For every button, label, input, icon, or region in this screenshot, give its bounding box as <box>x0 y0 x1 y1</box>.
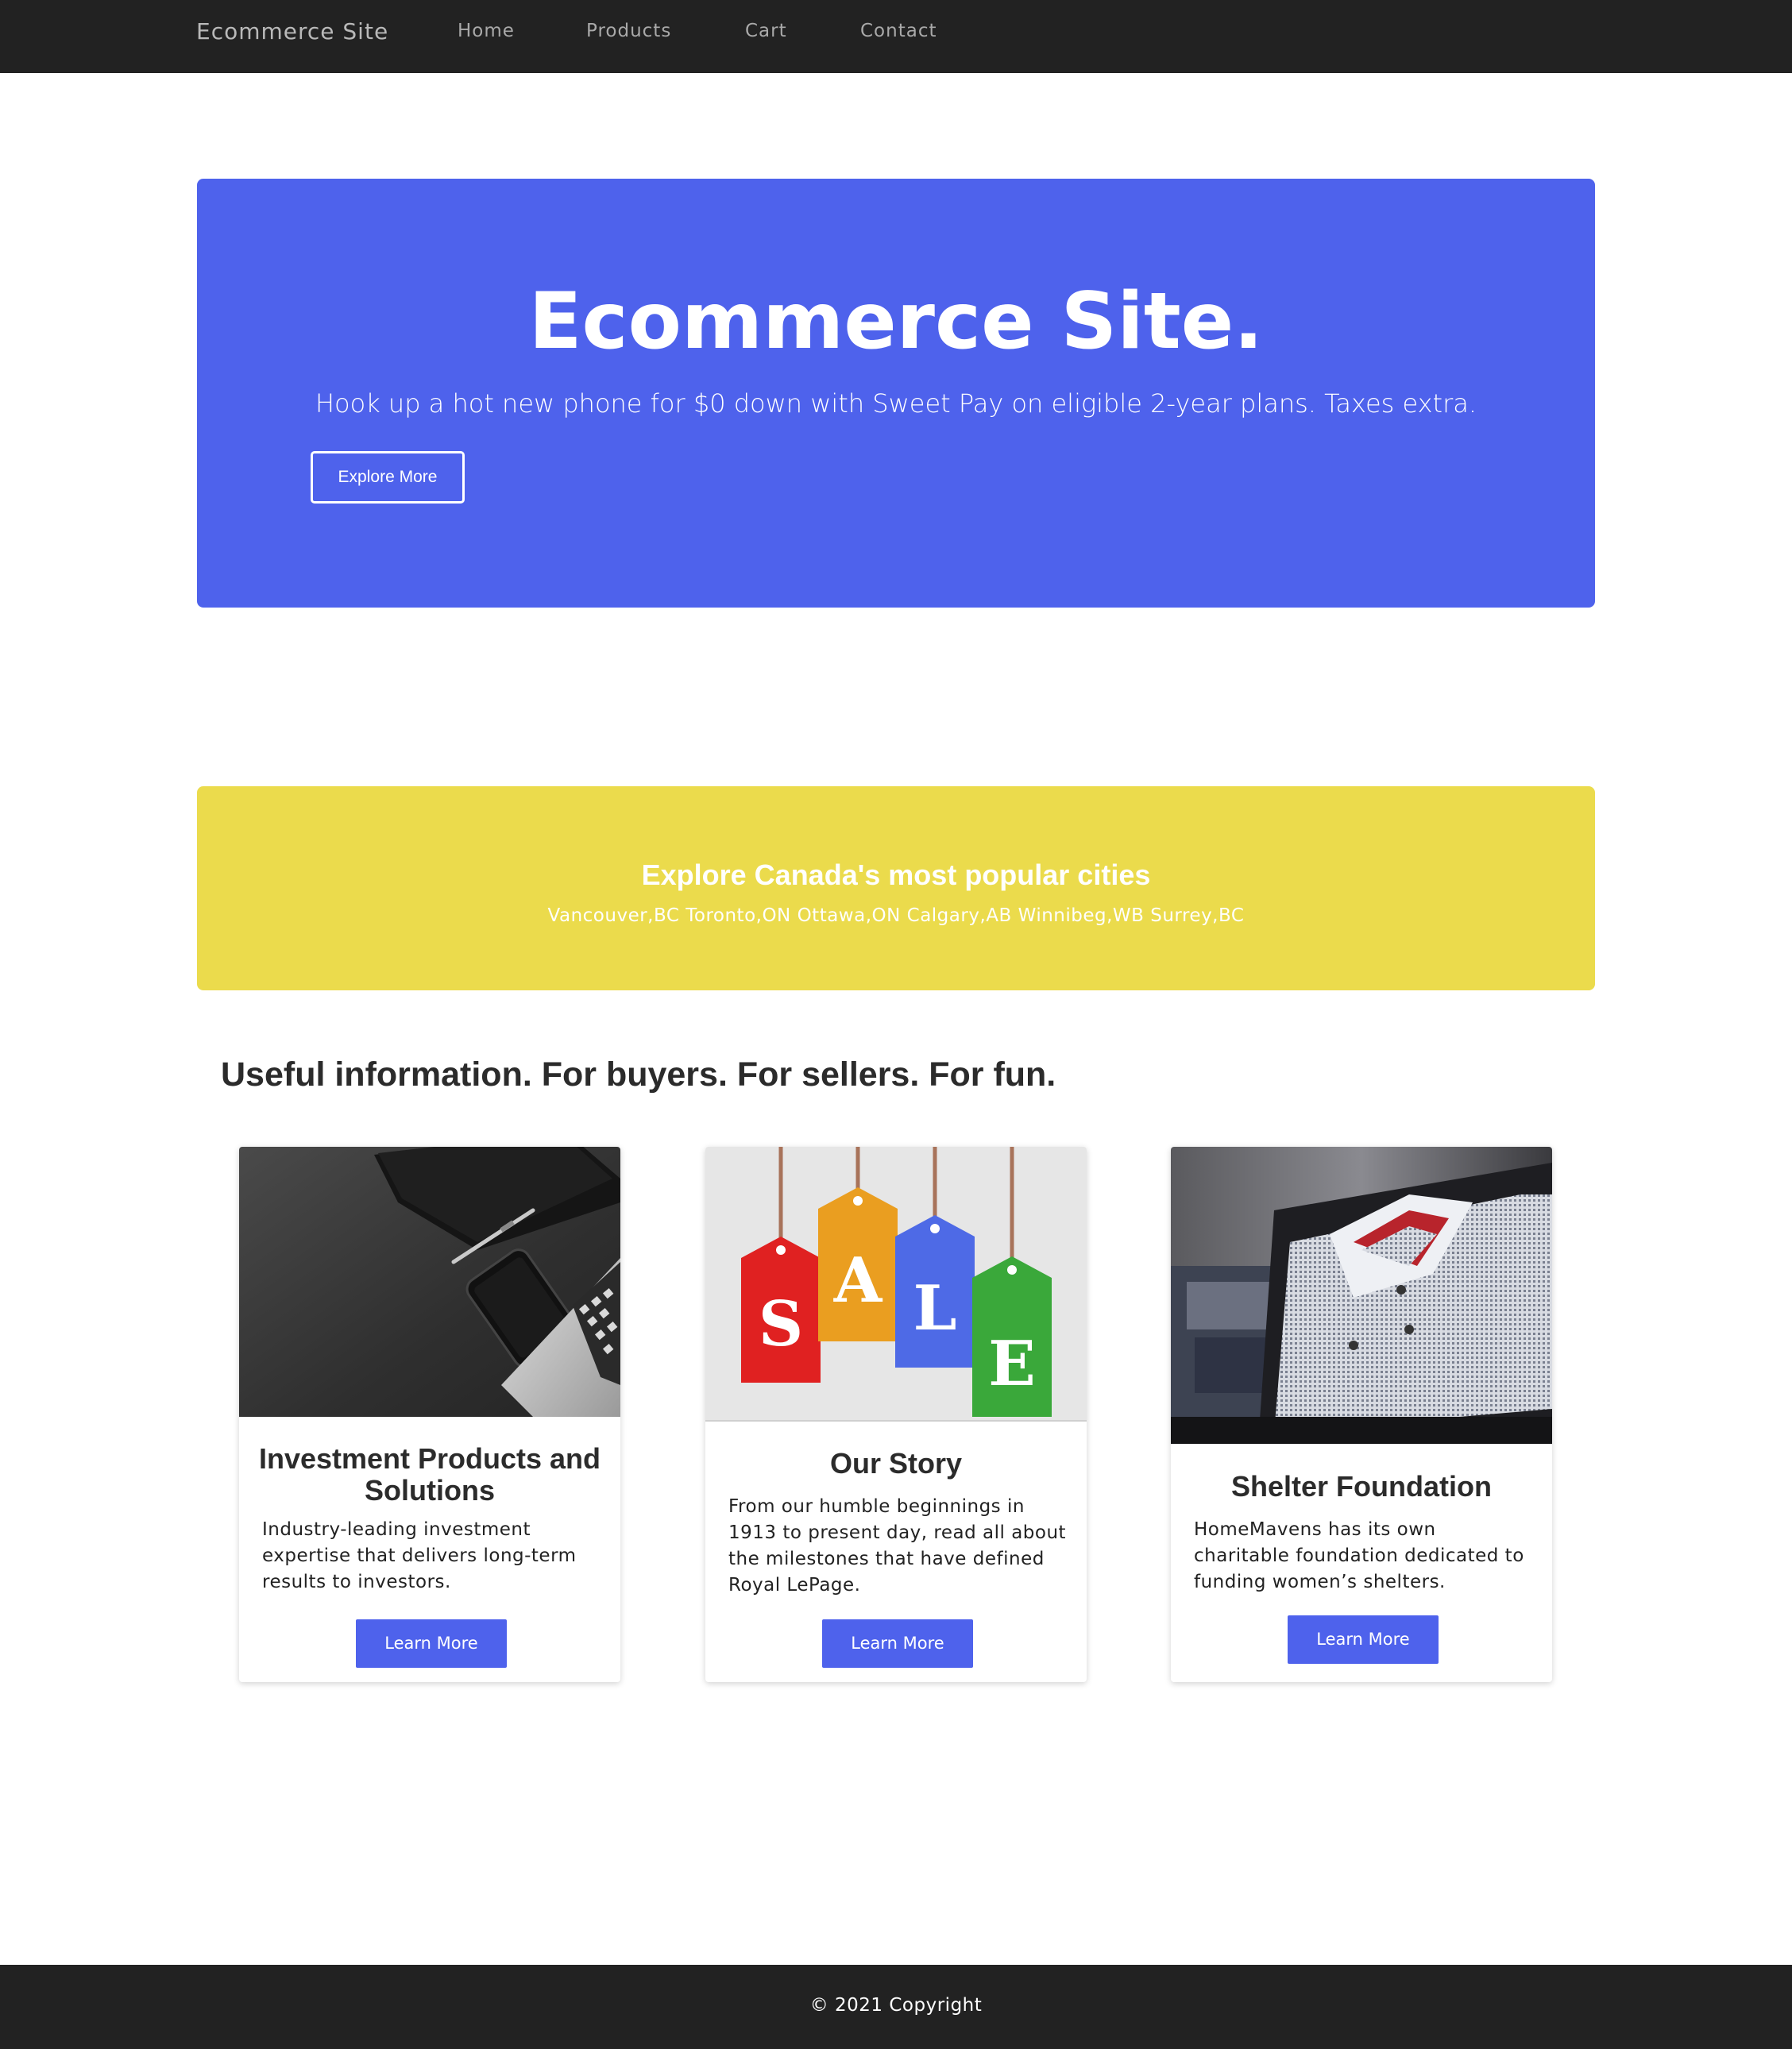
learn-more-button[interactable]: Learn More <box>356 1619 507 1668</box>
hero-title: Ecommerce Site. <box>528 276 1264 367</box>
copyright-text: © 2021 Copyright <box>809 1995 983 2016</box>
card-text: Industry-leading investment expertise th… <box>262 1519 577 1592</box>
top-navbar: Ecommerce Site Home Products Cart Contac… <box>0 0 1792 73</box>
brand-link[interactable]: Ecommerce Site <box>196 16 388 48</box>
card-text: HomeMavens has its own charitable founda… <box>1194 1519 1524 1592</box>
card-investment: Investment Products and Solutions Indust… <box>239 1147 620 1682</box>
card-shelter-foundation: Shelter Foundation HomeMavens has its ow… <box>1171 1147 1552 1682</box>
learn-more-button[interactable]: Learn More <box>822 1619 973 1668</box>
nav-link-products[interactable]: Products <box>586 19 671 43</box>
section-heading: Useful information. For buyers. For sell… <box>221 1055 1056 1094</box>
cities-banner: Explore Canada's most popular cities Van… <box>197 786 1595 990</box>
sale-letter-e: E <box>988 1328 1035 1400</box>
sale-letter-s: S <box>759 1288 803 1360</box>
sale-tags-image: S A L E <box>705 1147 1087 1422</box>
nav-link-contact[interactable]: Contact <box>860 19 937 43</box>
nav-link-cart[interactable]: Cart <box>745 19 787 43</box>
nav-link-home[interactable]: Home <box>458 19 515 43</box>
folded-shirts-image <box>1171 1147 1552 1444</box>
learn-more-button[interactable]: Learn More <box>1288 1615 1439 1664</box>
card-title: Our Story <box>829 1447 963 1480</box>
explore-more-button[interactable]: Explore More <box>311 451 465 504</box>
laptop-phone-notebook-image <box>239 1147 620 1417</box>
card-text: From our humble beginnings in 1913 to pr… <box>728 1496 1067 1596</box>
card-our-story: S A L E Our Story From our humble beginn… <box>705 1147 1087 1682</box>
hero-subtitle: Hook up a hot new phone for $0 down with… <box>315 388 1477 419</box>
sale-letter-l: L <box>913 1272 957 1345</box>
footer: © 2021 Copyright <box>0 1965 1792 2049</box>
sale-letter-a: A <box>833 1244 883 1317</box>
card-title: Investment Products and Solutions <box>258 1442 601 1507</box>
card-title: Shelter Foundation <box>1231 1470 1492 1503</box>
cities-title: Explore Canada's most popular cities <box>641 859 1151 891</box>
cities-list: Vancouver,BC Toronto,ON Ottawa,ON Calgar… <box>547 905 1245 926</box>
hero-banner: Ecommerce Site. Hook up a hot new phone … <box>197 179 1595 608</box>
